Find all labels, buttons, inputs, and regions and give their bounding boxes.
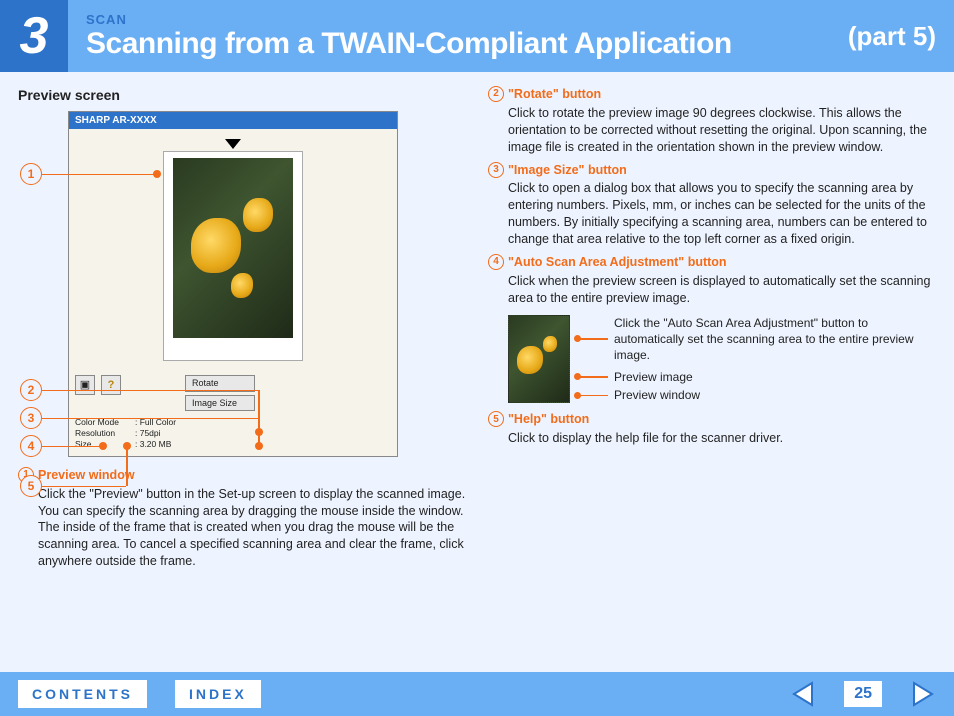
lead-line [42,486,126,488]
lead-dot [123,442,131,450]
preview-screen-heading: Preview screen [18,86,466,105]
item-5-heading: 5 "Help" button [488,411,936,428]
scan-area [163,151,303,361]
next-page-arrow-icon[interactable] [910,681,936,707]
item-title: "Auto Scan Area Adjustment" button [508,254,727,271]
page-title: Scanning from a TWAIN-Compliant Applicat… [86,27,848,61]
info-label: Resolution [75,428,135,439]
item-1-heading: 1 Preview window [18,467,466,484]
prev-page-arrow-icon[interactable] [790,681,816,707]
triangle-down-icon [225,139,241,149]
preview-screenshot: 1 2 3 4 5 SHARP AR-XXXX [68,111,466,457]
auto-scan-icon[interactable]: ▣ [75,375,95,395]
page-body: Preview screen 1 2 3 4 5 SHARP AR-XXXX [0,72,954,672]
callout-1: 1 [20,163,42,185]
lead-line [42,418,258,420]
index-button[interactable]: INDEX [175,680,261,708]
lead-line [126,446,128,486]
item-4-heading: 4 "Auto Scan Area Adjustment" button [488,254,936,271]
info-value: : 75dpi [135,428,161,439]
callout-2: 2 [20,379,42,401]
info-value: : 3.20 MB [135,439,171,450]
lead-dot [255,428,263,436]
preview-image [173,158,293,338]
part-label: (part 5) [848,21,936,52]
item-5-body: Click to display the help file for the s… [508,430,936,447]
mini-label-3: Preview window [614,387,700,403]
item-4-body: Click when the preview screen is display… [508,273,936,307]
item-number: 4 [488,254,504,270]
scanner-preview-window: SHARP AR-XXXX ▣ ? Rotate [68,111,398,457]
image-size-button[interactable]: Image Size [185,395,255,411]
window-titlebar: SHARP AR-XXXX [69,112,397,130]
item-number: 2 [488,86,504,102]
preview-toolbar: ▣ ? Rotate Image Size [69,369,397,414]
page-number: 25 [844,681,882,707]
callout-5: 5 [20,475,42,497]
lead-dot [153,170,161,178]
lead-dot [255,442,263,450]
page-header: 3 SCAN Scanning from a TWAIN-Compliant A… [0,0,954,72]
mini-labels: Click the "Auto Scan Area Adjustment" bu… [580,315,936,404]
mini-label-1: Click the "Auto Scan Area Adjustment" bu… [614,315,936,364]
chapter-number-box: 3 [0,0,68,72]
lead-line [42,446,102,448]
scan-info: Color Mode: Full Color Resolution: 75dpi… [69,415,397,456]
item-2-heading: 2 "Rotate" button [488,86,936,103]
lead-line [580,338,608,340]
item-3-body: Click to open a dialog box that allows y… [508,180,936,248]
lead-dot [99,442,107,450]
lead-line [42,174,156,176]
help-icon[interactable]: ? [101,375,121,395]
item-1-body: Click the "Preview" button in the Set-up… [38,486,466,570]
header-text: SCAN Scanning from a TWAIN-Compliant App… [86,12,848,61]
page-footer: CONTENTS INDEX 25 [0,672,954,716]
item-3-heading: 3 "Image Size" button [488,162,936,179]
callout-4: 4 [20,435,42,457]
section-label-small: SCAN [86,12,848,27]
item-title: "Help" button [508,411,589,428]
item-title: Preview window [38,467,135,484]
lead-line [580,395,608,397]
item-title: "Rotate" button [508,86,601,103]
mini-figure: Click the "Auto Scan Area Adjustment" bu… [508,315,936,404]
callout-3: 3 [20,407,42,429]
right-column: 2 "Rotate" button Click to rotate the pr… [488,86,936,662]
lead-line [42,390,258,392]
item-2-body: Click to rotate the preview image 90 deg… [508,105,936,156]
lead-line [580,376,608,378]
item-number: 5 [488,411,504,427]
left-column: Preview screen 1 2 3 4 5 SHARP AR-XXXX [18,86,466,662]
item-number: 3 [488,162,504,178]
preview-canvas [69,129,397,369]
chapter-number: 3 [20,6,49,66]
item-title: "Image Size" button [508,162,627,179]
mini-preview-image [508,315,570,403]
contents-button[interactable]: CONTENTS [18,680,147,708]
mini-label-2: Preview image [614,369,693,385]
